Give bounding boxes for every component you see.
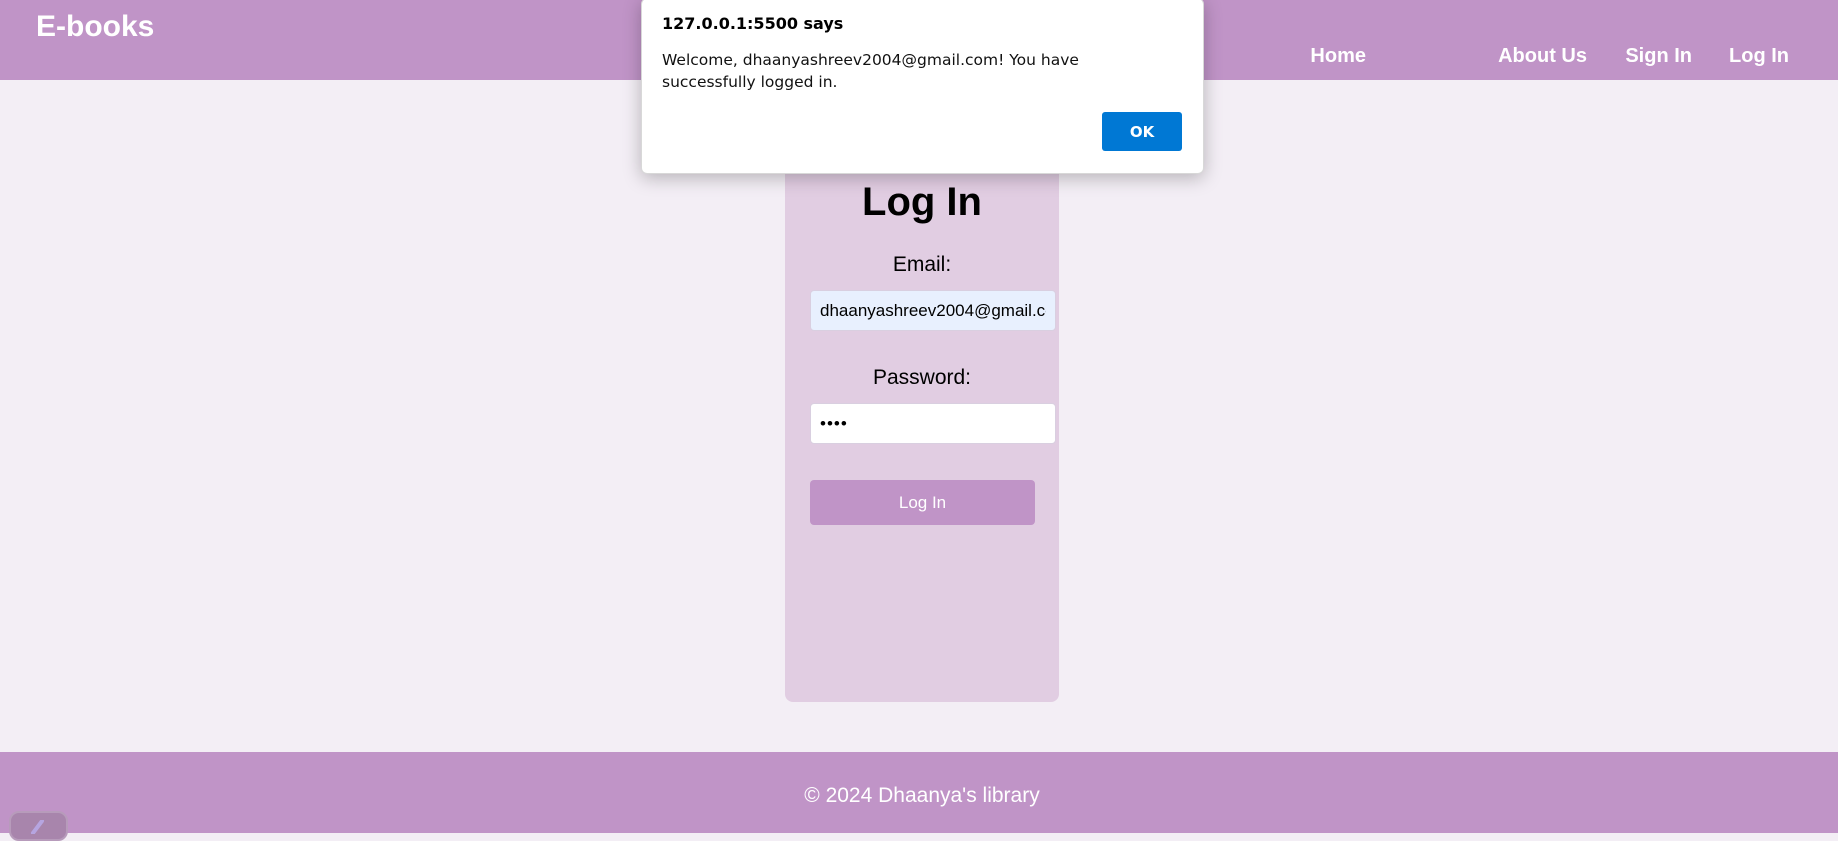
nav-link-sign-in[interactable]: Sign In bbox=[1625, 45, 1692, 68]
log-in-button[interactable]: Log In bbox=[810, 480, 1035, 525]
login-title: Log In bbox=[862, 180, 982, 224]
corner-widget[interactable] bbox=[9, 811, 68, 841]
password-label: Password: bbox=[872, 366, 972, 389]
site-footer: © 2024 Dhaanya's library bbox=[0, 752, 1838, 833]
alert-dialog: 127.0.0.1:5500 says Welcome, dhaanyashre… bbox=[641, 0, 1204, 174]
dialog-ok-button[interactable]: OK bbox=[1102, 112, 1182, 151]
password-field[interactable] bbox=[810, 403, 1056, 444]
brand-logo-text[interactable]: E-books bbox=[36, 10, 154, 44]
email-label: Email: bbox=[892, 253, 952, 276]
footer-copyright: © 2024 Dhaanya's library bbox=[804, 784, 1040, 807]
dialog-title: 127.0.0.1:5500 says bbox=[662, 14, 844, 33]
nav-link-log-in[interactable]: Log In bbox=[1729, 45, 1789, 68]
email-field[interactable] bbox=[810, 290, 1056, 331]
nav-link-home[interactable]: Home bbox=[1310, 45, 1366, 68]
dialog-message: Welcome, dhaanyashreev2004@gmail.com! Yo… bbox=[662, 51, 1079, 91]
nav-link-about-us[interactable]: About Us bbox=[1498, 45, 1587, 68]
chevron-left-icon bbox=[31, 820, 44, 834]
